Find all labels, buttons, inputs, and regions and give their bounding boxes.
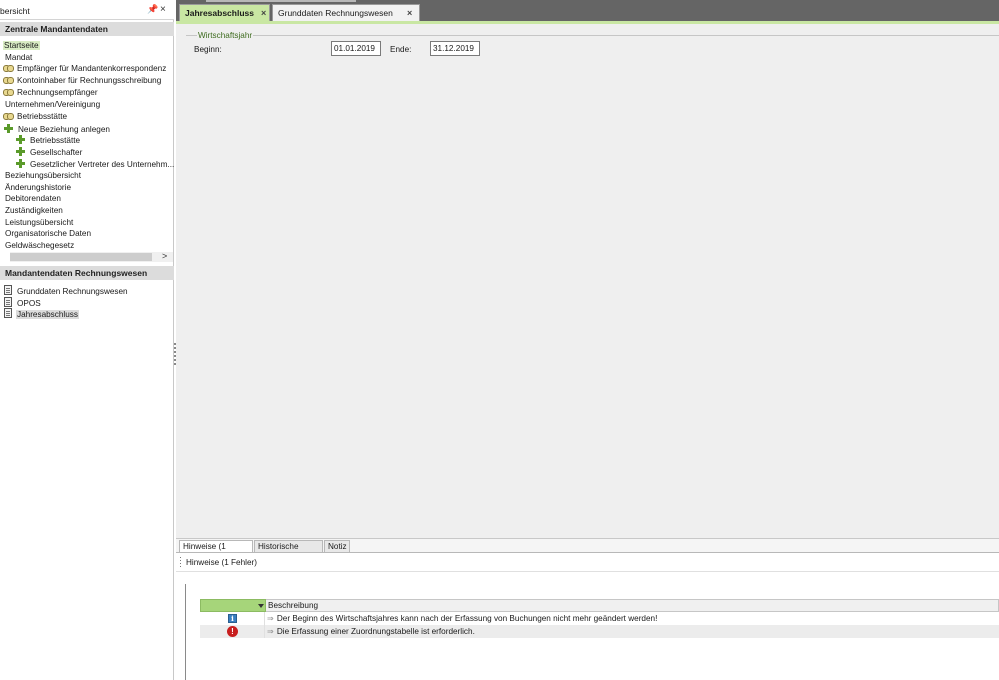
begin-date-input[interactable]: [331, 41, 381, 56]
nav-item-neue-beziehung-anlegen[interactable]: Neue Beziehung anlegen: [4, 123, 111, 134]
document-icon: [4, 297, 12, 307]
status-column-header[interactable]: [200, 599, 266, 612]
status-cell: i: [200, 612, 265, 625]
begin-label: Beginn:: [194, 45, 222, 54]
nav-item-debitorendaten[interactable]: Debitorendaten: [4, 193, 62, 204]
hints-grid: Beschreibung i ⇒ Der Beginn des Wirtschaf…: [185, 584, 999, 680]
document-tab-bar: Jahresabschluss × Grunddaten Rechnungswe…: [176, 0, 999, 24]
error-icon: !: [227, 626, 238, 637]
link-icon: [3, 89, 14, 96]
pin-icon[interactable]: 📌: [147, 4, 158, 15]
end-date-input[interactable]: [430, 41, 480, 56]
nav-item-new-gesellschafter[interactable]: Gesellschafter: [16, 146, 83, 157]
group-title-wirtschaftsjahr: Wirtschaftsjahr: [197, 31, 254, 40]
caption-divider: [176, 571, 999, 572]
grid-header: Beschreibung: [186, 599, 999, 612]
plus-icon: [16, 159, 25, 168]
nav-item-leistungsuebersicht[interactable]: Leistungsübersicht: [4, 217, 74, 228]
description-column-header[interactable]: Beschreibung: [266, 599, 999, 612]
plus-icon: [4, 124, 13, 133]
nav-item-mandat[interactable]: Mandat: [4, 52, 33, 63]
nav-item-empfaenger-mandantenkorrespondenz[interactable]: Empfänger für Mandantenkorrespondenz: [3, 63, 167, 74]
description-cell: ⇒ Die Erfassung einer Zuordnungstabelle i…: [267, 627, 475, 636]
link-icon: [3, 65, 14, 72]
nav-item-opos[interactable]: OPOS: [4, 296, 42, 308]
nav-item-aenderungshistorie[interactable]: Änderungshistorie: [4, 182, 72, 193]
document-icon: [4, 308, 12, 318]
tab-grunddaten-rechnungswesen[interactable]: Grunddaten Rechnungswesen ×: [272, 4, 420, 21]
scrollbar-thumb[interactable]: [10, 253, 152, 261]
scroll-right-icon[interactable]: >: [162, 251, 167, 261]
nav-item-jahresabschluss[interactable]: Jahresabschluss: [4, 307, 79, 319]
content-area: Jahresabschluss × Grunddaten Rechnungswe…: [176, 0, 999, 680]
group-border: [186, 35, 999, 36]
nav-item-organisatorische-daten[interactable]: Organisatorische Daten: [4, 228, 92, 239]
nav-item-zustaendigkeiten[interactable]: Zuständigkeiten: [4, 205, 64, 216]
nav-item-grunddaten-rechnungswesen[interactable]: Grunddaten Rechnungswesen: [4, 284, 129, 296]
status-cell: !: [200, 625, 265, 638]
tab-jahresabschluss[interactable]: Jahresabschluss ×: [179, 4, 270, 21]
nav-item-betriebsstaette[interactable]: Betriebsstätte: [3, 111, 68, 122]
arrow-right-icon: ⇒: [267, 627, 274, 636]
close-tab-icon[interactable]: ×: [407, 5, 412, 21]
arrow-right-icon: ⇒: [267, 614, 274, 623]
link-icon: [3, 77, 14, 84]
plus-icon: [16, 147, 25, 156]
close-tab-icon[interactable]: ×: [261, 5, 266, 21]
nav-item-startseite[interactable]: Startseite: [3, 40, 40, 51]
description-cell: ⇒ Der Beginn des Wirtschaftsjahres kann n…: [267, 614, 658, 623]
chevron-down-icon[interactable]: [258, 604, 264, 608]
hints-content: Hinweise (1 Fehler) Beschreibung i ⇒ Der …: [176, 553, 999, 680]
navigation-panel: bersicht 📌 × Zentrale Mandantendaten Sta…: [0, 0, 174, 680]
table-row[interactable]: ! ⇒ Die Erfassung einer Zuordnungstabelle…: [200, 625, 999, 638]
form-area: Wirtschaftsjahr Beginn: Ende:: [176, 24, 999, 565]
nav-item-beziehungsuebersicht[interactable]: Beziehungsübersicht: [4, 170, 82, 181]
nav-item-geldwaeschegesetz[interactable]: Geldwäschegesetz: [4, 240, 75, 251]
panel-title-bar: bersicht 📌 ×: [0, 0, 174, 20]
panel-title: bersicht: [0, 6, 30, 16]
link-icon: [3, 113, 14, 120]
hints-panel: Hinweise (1 Fehler) Historische Werte No…: [176, 538, 999, 680]
nav-item-new-gesetzlicher-vertreter[interactable]: Gesetzlicher Vertreter des Unternehm...: [16, 158, 175, 169]
close-icon[interactable]: ×: [160, 4, 166, 15]
section-header-mandantendaten-rechnungswesen[interactable]: Mandantendaten Rechnungswesen: [0, 266, 174, 280]
nav-item-rechnungsempfaenger[interactable]: Rechnungsempfänger: [3, 87, 99, 98]
horizontal-scrollbar[interactable]: >: [10, 251, 173, 262]
section-header-zentrale-mandantendaten[interactable]: Zentrale Mandantendaten: [0, 22, 174, 36]
tabbar-top-strip: [206, 0, 356, 2]
table-row[interactable]: i ⇒ Der Beginn des Wirtschaftsjahres kann…: [200, 612, 999, 625]
nav-item-kontoinhaber[interactable]: Kontoinhaber für Rechnungsschreibung: [3, 75, 162, 86]
plus-icon: [16, 135, 25, 144]
nav-item-new-betriebsstaette[interactable]: Betriebsstätte: [16, 134, 81, 145]
document-icon: [4, 285, 12, 295]
grip-handle[interactable]: [180, 557, 182, 568]
end-label: Ende:: [390, 45, 412, 54]
info-icon: i: [228, 614, 237, 623]
hints-caption: Hinweise (1 Fehler): [186, 558, 257, 567]
nav-item-unternehmen-vereinigung[interactable]: Unternehmen/Vereinigung: [4, 99, 101, 110]
